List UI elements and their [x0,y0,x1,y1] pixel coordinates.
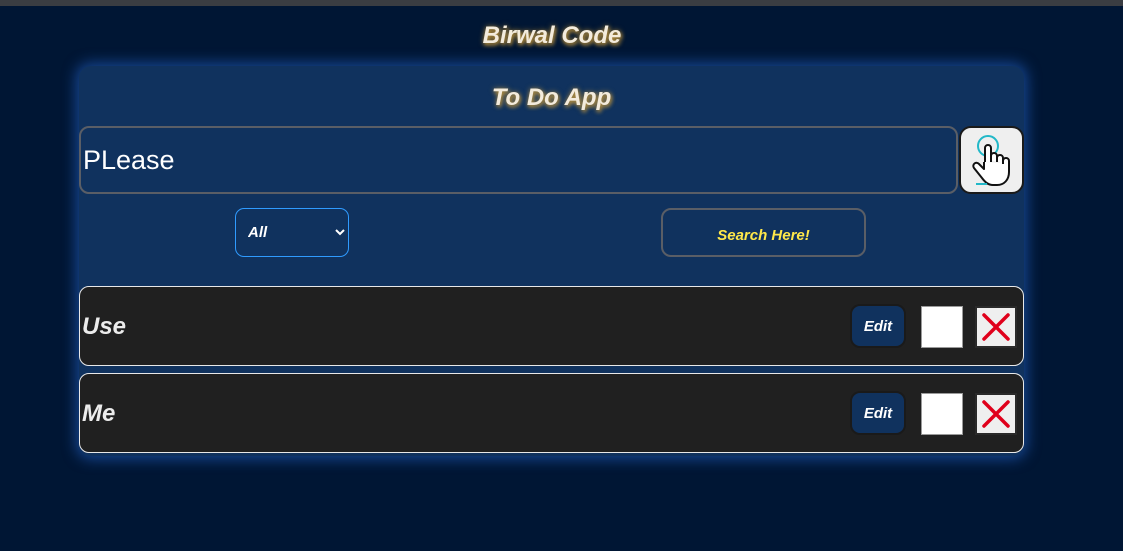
pointer-hand-icon [971,135,1010,186]
search-button[interactable]: Search Here! [661,208,866,257]
task-input[interactable] [79,126,958,194]
complete-checkbox[interactable] [921,393,963,435]
task-row: Me Edit [79,373,1024,453]
task-text: Me [82,400,116,427]
delete-button[interactable] [975,306,1017,348]
task-row: Use Edit [79,286,1024,366]
task-text: Use [82,313,127,340]
close-x-icon [982,400,1010,428]
complete-checkbox[interactable] [921,306,963,348]
edit-button[interactable]: Edit [850,304,906,348]
close-x-icon [982,313,1010,341]
todo-card: To Do App All Search Here! Use Edit Me E… [79,66,1024,456]
delete-button[interactable] [975,393,1017,435]
brand-title: Birwal Code [482,22,622,49]
edit-button[interactable]: Edit [850,391,906,435]
app-title: To Do App [491,84,612,111]
filter-select[interactable]: All [235,208,349,257]
add-task-button[interactable] [959,126,1024,194]
browser-top-strip [0,0,1123,6]
